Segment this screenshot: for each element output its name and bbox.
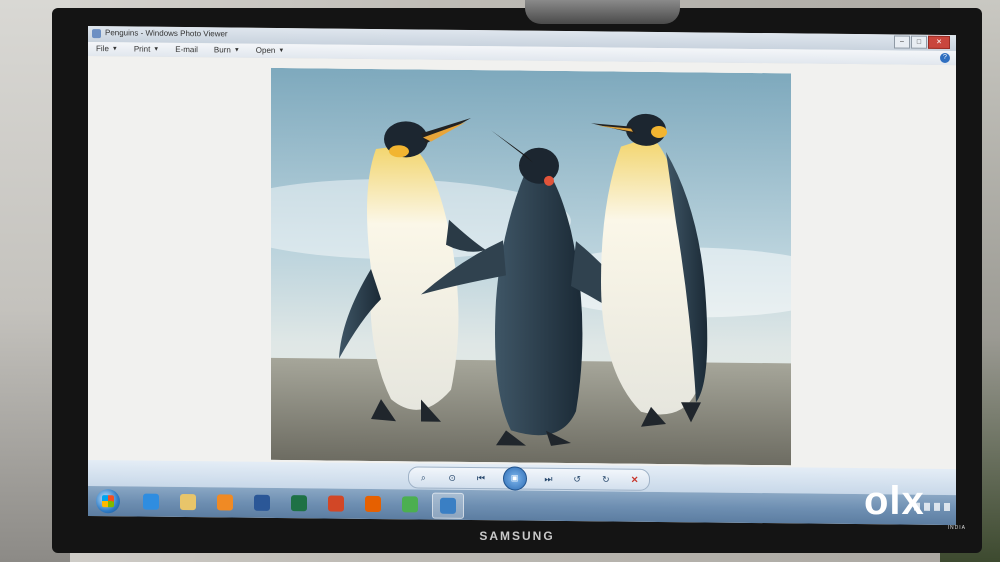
penguins-photo[interactable] [271,67,791,466]
firefox-icon [365,495,381,513]
internet-explorer-icon [143,493,159,510]
media-player-icon [217,494,233,511]
menu-open-label: Open [255,45,276,55]
maximize-button[interactable]: □ [911,35,927,49]
slideshow-play-icon[interactable]: ▣ [502,466,527,491]
powerpoint-icon [328,495,344,512]
menu-print-label: Print [133,44,151,54]
menu-burn[interactable]: Burn ▼ [214,45,240,54]
taskbar-apps [136,490,464,519]
menu-email[interactable]: E-mail [175,45,198,54]
menu-file[interactable]: File ▼ [96,44,118,53]
taskbar-button[interactable] [284,491,314,515]
webcam [525,0,680,24]
photo-viewer-icon [92,29,101,39]
menu-print[interactable]: Print ▼ [134,44,159,53]
taskbar-button[interactable] [432,492,464,519]
chevron-down-icon: ▼ [233,47,240,54]
minimize-button[interactable]: – [894,35,910,49]
menu-burn-label: Burn [213,45,231,55]
taskbar-button[interactable] [358,492,388,516]
windows-explorer-icon [180,493,196,511]
rotate-right-icon[interactable]: ↻ [599,472,613,486]
menu-open[interactable]: Open ▼ [256,46,285,55]
chevron-down-icon: ▼ [153,46,160,53]
photo-viewer-icon [440,497,456,514]
window-controls: – □ ✕ [894,35,950,50]
delete-icon[interactable]: ✕ [628,473,642,487]
olx-logo: olx [864,479,925,523]
chrome-icon [402,496,418,513]
window-title: Penguins - Windows Photo Viewer [105,28,228,39]
excel-icon [291,495,307,512]
windows-logo-icon [102,495,114,508]
olx-logo-sub: INDIA [947,525,966,531]
taskbar-button[interactable] [136,490,166,514]
previous-icon[interactable]: ⏮ [474,471,488,485]
next-icon[interactable]: ⏭ [541,472,555,486]
taskbar-button[interactable] [247,491,277,515]
taskbar-button[interactable] [395,492,425,516]
chevron-down-icon: ▼ [278,47,285,54]
close-button[interactable]: ✕ [928,35,950,50]
penguins-image [271,67,791,466]
monitor-brand: SAMSUNG [479,529,555,543]
chevron-down-icon: ▼ [111,45,118,52]
zoom-icon[interactable]: ⌕ [416,470,430,484]
menu-email-label: E-mail [175,44,198,55]
rotate-left-icon[interactable]: ↺ [570,472,584,486]
taskbar-button[interactable] [173,490,203,514]
help-icon[interactable]: ? [940,52,950,64]
menu-file-label: File [96,44,109,54]
taskbar-button[interactable] [210,490,240,514]
olx-watermark: olx INDIA [864,477,968,531]
actual-size-icon[interactable]: ⊙ [445,471,459,485]
playback-controls: ⌕ ⊙ ⏮ ▣ ⏭ ↺ ↻ ✕ [408,466,650,491]
start-button[interactable] [96,489,120,514]
monitor-screen: Penguins - Windows Photo Viewer – □ ✕ Fi… [88,26,956,526]
word-icon [254,494,270,511]
taskbar-button[interactable] [321,491,351,515]
